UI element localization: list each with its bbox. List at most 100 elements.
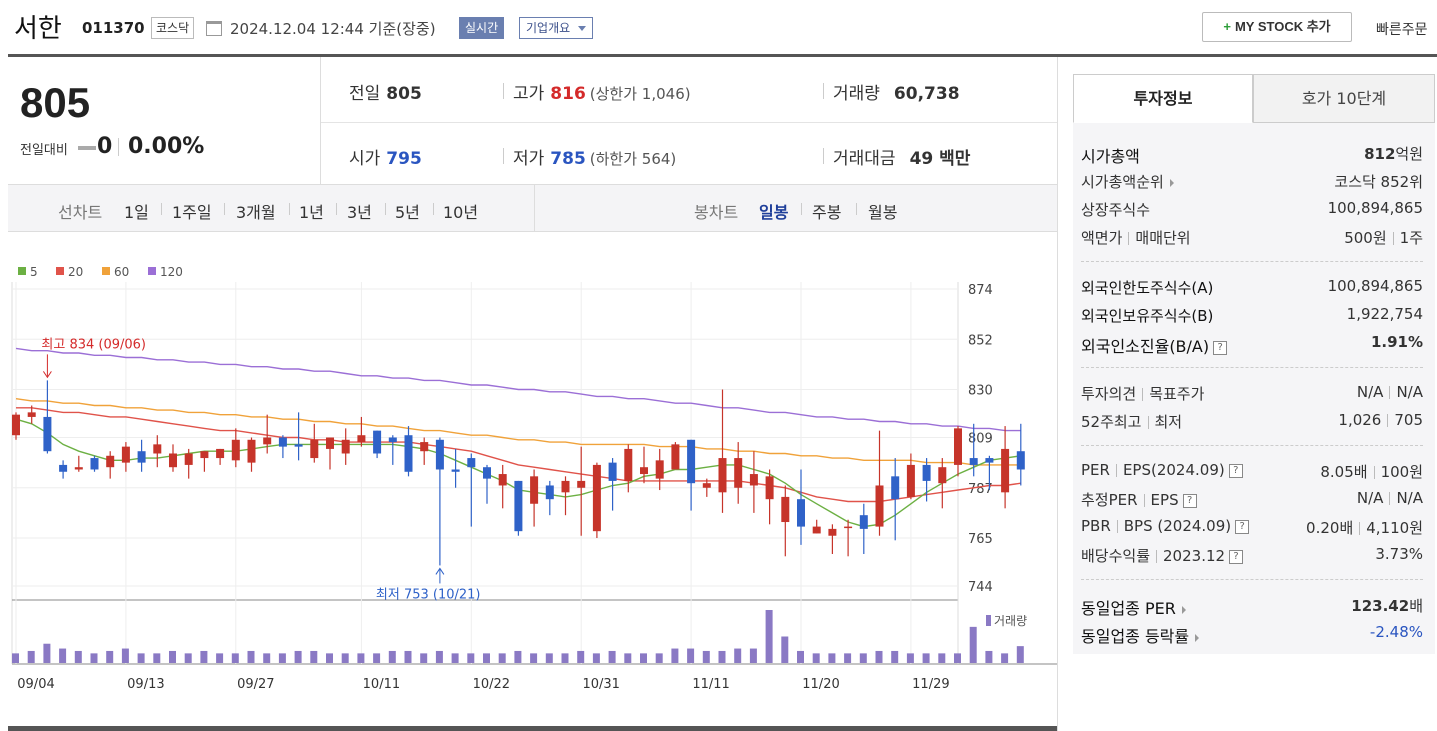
period-5y[interactable]: 5년 bbox=[395, 199, 420, 223]
my-stock-add-button[interactable]: + MY STOCK 추가 bbox=[1202, 12, 1352, 42]
listed-value: 100,894,865 bbox=[1327, 199, 1423, 217]
candle-body bbox=[969, 458, 978, 465]
market-cap-label: 시가총액 bbox=[1081, 147, 1140, 166]
candle-body bbox=[891, 476, 900, 500]
opinion-target-value: N/A N/A bbox=[1357, 383, 1423, 401]
y-tick-label: 809 bbox=[968, 432, 993, 447]
est-per-value-group: N/A N/A bbox=[1357, 489, 1423, 507]
investment-panel: 투자정보 호가 10단계 시가총액 812억원 시가총액순위 코스닥 852위 … bbox=[1073, 74, 1435, 654]
volume-bar bbox=[169, 650, 176, 663]
candle-body bbox=[906, 464, 915, 497]
par-label: 액면가 bbox=[1081, 229, 1123, 247]
industry-rate-row: 동일업종 등락률 -2.48% bbox=[1081, 619, 1423, 647]
volume-bar bbox=[373, 653, 381, 663]
industry-per-label[interactable]: 동일업종 PER bbox=[1081, 595, 1186, 619]
candle-body bbox=[687, 439, 696, 484]
volume-bar bbox=[640, 653, 647, 663]
x-tick-label: 09/27 bbox=[237, 677, 274, 692]
volume-bar bbox=[749, 648, 757, 663]
volume-bar bbox=[404, 650, 412, 663]
help-icon[interactable]: ? bbox=[1228, 463, 1243, 478]
panel-tabs: 투자정보 호가 10단계 bbox=[1073, 74, 1435, 123]
foreign-limit-label: 외국인한도주식수(A) bbox=[1081, 279, 1214, 297]
quick-order-link[interactable]: 빠른주문 bbox=[1376, 19, 1428, 39]
divider bbox=[385, 203, 386, 215]
volume-bar bbox=[1001, 653, 1009, 663]
period-1w[interactable]: 1주일 bbox=[172, 199, 212, 223]
tab-investment-info[interactable]: 투자정보 bbox=[1073, 74, 1253, 123]
volume-bar bbox=[702, 650, 710, 663]
y-tick-label: 874 bbox=[968, 283, 993, 298]
help-icon[interactable]: ? bbox=[1213, 340, 1228, 355]
help-icon[interactable]: ? bbox=[1229, 549, 1244, 564]
period-10y[interactable]: 10년 bbox=[443, 199, 478, 223]
period-1y[interactable]: 1년 bbox=[299, 199, 324, 223]
divider bbox=[823, 83, 824, 99]
divider bbox=[1128, 232, 1130, 245]
volume-bar bbox=[121, 648, 129, 663]
realtime-badge[interactable]: 실시간 bbox=[459, 17, 505, 39]
candle-weekly[interactable]: 주봉 bbox=[812, 199, 841, 223]
candle-body bbox=[859, 515, 868, 529]
industry-per-unit: 배 bbox=[1409, 597, 1423, 615]
period-3y[interactable]: 3년 bbox=[347, 199, 372, 223]
candle-body bbox=[844, 526, 853, 529]
stock-header: 서한 011370 코스닥 2024.12.04 12:44 기준(장중) 실시… bbox=[0, 0, 1437, 54]
flat-icon bbox=[78, 146, 96, 150]
volume-bar bbox=[514, 650, 522, 663]
par-row: 액면가 매매단위 500원 1주 bbox=[1081, 223, 1423, 251]
volume-bar bbox=[687, 648, 695, 663]
price-change-pct: 0.00% bbox=[128, 134, 205, 159]
candle-body bbox=[106, 455, 115, 468]
per-label: PER bbox=[1081, 461, 1110, 479]
tab-order-book[interactable]: 호가 10단계 bbox=[1253, 74, 1435, 123]
candle-body bbox=[749, 474, 758, 486]
price-change: 0 bbox=[97, 134, 113, 159]
section-divider bbox=[1081, 367, 1423, 368]
opinion-label: 투자의견 bbox=[1081, 385, 1137, 403]
help-icon[interactable]: ? bbox=[1182, 493, 1197, 508]
foreign-limit-row: 외국인한도주식수(A) 100,894,865 bbox=[1081, 273, 1423, 301]
candle-body bbox=[200, 451, 209, 459]
candle-daily[interactable]: 일봉 bbox=[759, 199, 788, 223]
price-box: 805 전일대비 0 0.00% bbox=[8, 57, 321, 185]
divider bbox=[289, 203, 290, 215]
price-stats: 전일 805 고가 816 (상한가 1,046) 거래량 60,738 시가 795 저… bbox=[321, 57, 1057, 185]
low-value: 785 bbox=[550, 149, 586, 169]
help-icon[interactable]: ? bbox=[1235, 519, 1250, 534]
candle-body bbox=[404, 435, 413, 472]
candle-body bbox=[545, 485, 554, 500]
est-per-value: N/A bbox=[1356, 489, 1384, 507]
divider bbox=[801, 203, 802, 215]
candle-monthly[interactable]: 월봉 bbox=[868, 199, 897, 223]
foreign-ratio-value: 1.91% bbox=[1371, 333, 1423, 351]
stock-code: 011370 bbox=[82, 19, 145, 37]
legend-label: 20 bbox=[68, 265, 83, 279]
x-tick-label: 10/22 bbox=[473, 677, 510, 692]
target-value: N/A bbox=[1396, 383, 1423, 401]
listed-label: 상장주식수 bbox=[1081, 201, 1151, 219]
my-stock-label: MY STOCK 추가 bbox=[1234, 19, 1331, 34]
volume-bar bbox=[59, 648, 67, 663]
par-unit-value: 500원 1주 bbox=[1344, 227, 1423, 248]
legend-swatch bbox=[56, 267, 64, 275]
divider bbox=[1387, 414, 1389, 427]
industry-rate-label[interactable]: 동일업종 등락률 bbox=[1081, 623, 1200, 647]
period-3m[interactable]: 3개월 bbox=[236, 199, 276, 223]
bps-label: BPS (2024.09) bbox=[1123, 517, 1232, 535]
company-overview-dropdown[interactable]: 기업개요 bbox=[519, 17, 594, 39]
volume-bar bbox=[577, 650, 585, 663]
volume-bar bbox=[812, 653, 820, 663]
per-eps-label: PER EPS(2024.09)? bbox=[1081, 461, 1243, 479]
divider bbox=[1156, 550, 1158, 563]
volume-bar bbox=[420, 653, 428, 663]
prev-close-value: 805 bbox=[386, 84, 422, 104]
volume-bar bbox=[530, 653, 538, 663]
period-1d[interactable]: 1일 bbox=[124, 199, 149, 223]
opinion-target-label: 투자의견 목표주가 bbox=[1081, 383, 1204, 404]
rank-label[interactable]: 시가총액순위 bbox=[1081, 171, 1174, 192]
w52-label: 52주최고 최저 bbox=[1081, 411, 1182, 432]
candle-body bbox=[797, 499, 805, 527]
volume-label: 거래량 bbox=[833, 84, 880, 104]
timestamp: 2024.12.04 12:44 기준(장중) bbox=[230, 20, 436, 38]
